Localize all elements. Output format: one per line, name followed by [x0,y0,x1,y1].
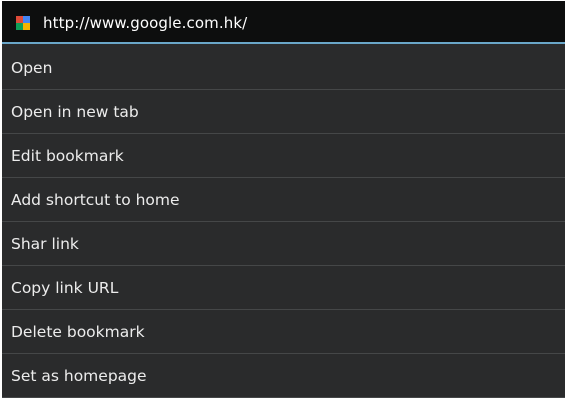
menu-item-share-link[interactable]: Shar link [2,222,565,266]
menu-item-label: Set as homepage [11,367,147,385]
menu-item-label: Add shortcut to home [11,191,180,209]
menu-item-set-as-homepage[interactable]: Set as homepage [2,354,565,398]
menu-item-label: Open [11,59,53,77]
menu-item-open[interactable]: Open [2,46,565,90]
menu-item-label: Copy link URL [11,279,119,297]
menu-item-label: Edit bookmark [11,147,124,165]
menu-item-copy-link-url[interactable]: Copy link URL [2,266,565,310]
bookmark-url-title: http://www.google.com.hk/ [43,14,248,32]
context-menu-list: Open Open in new tab Edit bookmark Add s… [2,46,565,398]
menu-item-label: Shar link [11,235,79,253]
menu-item-label: Delete bookmark [11,323,145,341]
menu-item-add-shortcut-to-home[interactable]: Add shortcut to home [2,178,565,222]
menu-item-edit-bookmark[interactable]: Edit bookmark [2,134,565,178]
favicon-quadrant-red [16,16,23,23]
google-favicon-icon [16,16,30,30]
menu-item-open-in-new-tab[interactable]: Open in new tab [2,90,565,134]
bookmark-context-menu: http://www.google.com.hk/ Open Open in n… [2,1,565,398]
favicon-quadrant-yellow [23,23,30,30]
context-menu-header: http://www.google.com.hk/ [2,1,565,44]
favicon-quadrant-blue [23,16,30,23]
menu-item-delete-bookmark[interactable]: Delete bookmark [2,310,565,354]
favicon-quadrant-green [16,23,23,30]
menu-item-label: Open in new tab [11,103,139,121]
